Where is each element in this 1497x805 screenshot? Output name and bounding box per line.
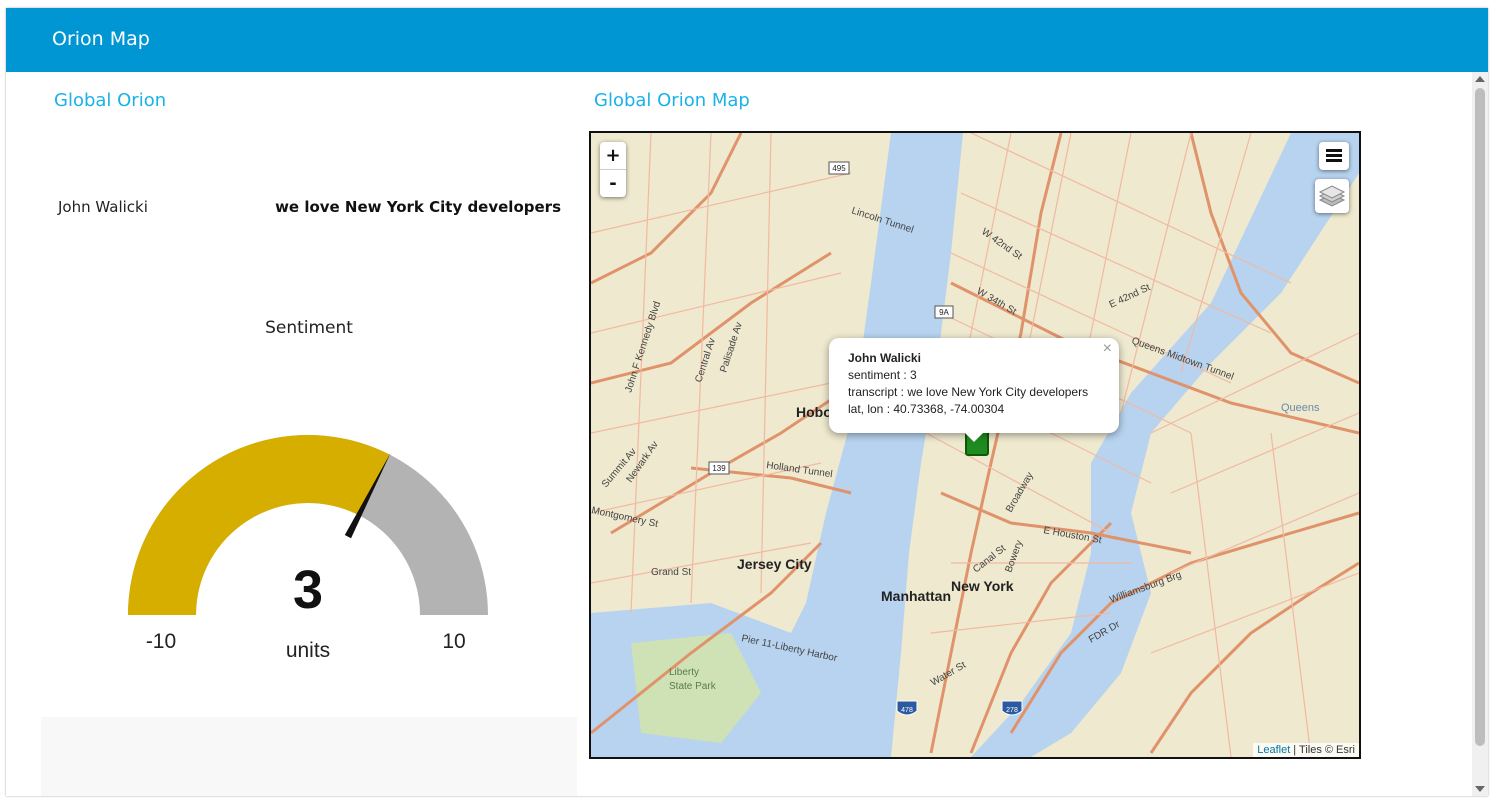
gauge-min-label: -10: [146, 630, 176, 653]
popup-tip: [964, 432, 984, 442]
layers-button[interactable]: [1315, 179, 1349, 213]
svg-text:278: 278: [1006, 707, 1018, 714]
gauge-units: units: [286, 639, 330, 662]
popup-sentiment: sentiment : 3: [848, 368, 917, 382]
layers-icon: [1318, 185, 1346, 207]
app-title: Orion Map: [52, 28, 150, 50]
popup-transcript: transcript : we love New York City devel…: [848, 385, 1089, 399]
gauge-max-label: 10: [442, 630, 465, 653]
svg-text:495: 495: [832, 164, 846, 173]
zoom-control: + -: [600, 142, 626, 197]
svg-text:9A: 9A: [939, 308, 949, 317]
map-view[interactable]: Jersey City Manhattan New York Hobok Lib…: [589, 131, 1361, 759]
menu-icon: [1326, 149, 1342, 152]
menu-icon-bar: [1326, 159, 1342, 162]
menu-icon-bar: [1326, 154, 1342, 157]
map-label-new-york: New York: [951, 578, 1014, 594]
page-scrollbar[interactable]: [1472, 72, 1488, 796]
route-shield-278: 278: [1001, 700, 1023, 716]
marker-popup: × John Walicki sentiment : 3 transcript …: [829, 338, 1119, 442]
dashboard-content: Global Orion John Walicki we love New Yo…: [6, 72, 1472, 796]
route-shield-495: 495: [828, 161, 850, 175]
menu-button[interactable]: [1319, 142, 1349, 170]
route-shield-139: 139: [708, 461, 730, 475]
map-label-jersey-city: Jersey City: [737, 556, 812, 572]
zoom-in-button[interactable]: +: [600, 142, 626, 170]
leaflet-link[interactable]: Leaflet: [1257, 744, 1290, 756]
sentiment-gauge: 3 units -10 10: [128, 434, 488, 662]
gauge-value: 3: [293, 560, 323, 620]
browser-window: Orion Map Global Orion John Walicki we l…: [6, 8, 1488, 796]
route-shield-9a: 9A: [934, 305, 954, 319]
zoom-out-button[interactable]: -: [600, 170, 626, 197]
scroll-down-icon[interactable]: [1475, 786, 1485, 792]
map-label-queens: Queens: [1281, 402, 1320, 414]
panel-heading-global-orion-map: Global Orion Map: [594, 90, 750, 111]
app-header: Orion Map: [6, 8, 1488, 72]
global-orion-panel: Global Orion John Walicki we love New Yo…: [41, 72, 577, 717]
route-shield-478: 478: [896, 700, 918, 716]
scroll-up-icon[interactable]: [1475, 76, 1485, 82]
popup-latlon: lat, lon : 40.73368, -74.00304: [848, 402, 1005, 416]
map-label-manhattan: Manhattan: [881, 588, 951, 604]
street-grand-st: Grand St: [651, 567, 691, 578]
tiles-attribution: | Tiles © Esri: [1290, 744, 1355, 756]
map-label-liberty: Liberty: [669, 667, 699, 678]
svg-text:478: 478: [901, 707, 913, 714]
scroll-thumb[interactable]: [1475, 88, 1485, 746]
map-attribution: Leaflet | Tiles © Esri: [1253, 743, 1359, 757]
global-orion-map-panel: Global Orion Map Jersey City Manhattan N…: [579, 72, 1441, 796]
popup-name: John Walicki: [848, 351, 921, 365]
popup-close-icon[interactable]: ×: [1103, 340, 1112, 358]
svg-text:139: 139: [712, 464, 726, 473]
left-panel-footer: [41, 717, 577, 796]
map-label-state-park: State Park: [669, 681, 717, 692]
